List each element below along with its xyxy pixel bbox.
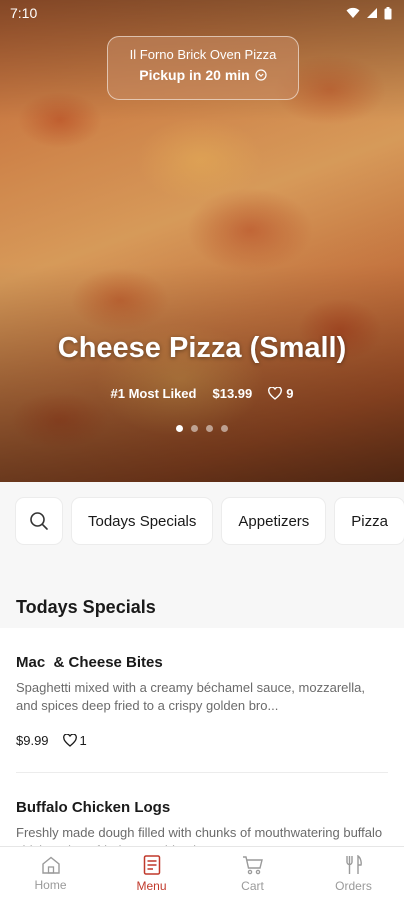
most-liked-badge: #1 Most Liked: [110, 386, 197, 401]
bottom-nav: Home Menu Cart Orders: [0, 846, 404, 900]
item-name: Mac & Cheese Bites: [16, 654, 163, 671]
hero-meta: #1 Most Liked $13.99 9: [0, 386, 404, 401]
status-bar: 7:10: [0, 0, 404, 26]
nav-item-menu[interactable]: Menu: [101, 847, 202, 900]
heart-icon: [62, 734, 77, 747]
category-chip-appetizers[interactable]: Appetizers: [222, 498, 326, 544]
search-icon: [30, 512, 48, 530]
carousel-dot[interactable]: [221, 425, 228, 432]
store-pickup-card[interactable]: Il Forno Brick Oven Pizza Pickup in 20 m…: [107, 36, 299, 100]
home-icon: [41, 856, 60, 874]
hero-price: $13.99: [212, 386, 253, 401]
nav-item-cart[interactable]: Cart: [202, 847, 303, 900]
item-description: Spaghetti mixed with a creamy béchamel s…: [16, 680, 365, 713]
hero-title: Cheese Pizza (Small): [57, 332, 347, 364]
carousel-dot[interactable]: [176, 425, 183, 432]
category-chip-pizza[interactable]: Pizza: [335, 498, 404, 544]
carousel-dot[interactable]: [206, 425, 213, 432]
search-button[interactable]: [16, 498, 62, 544]
item-name: Buffalo Chicken Logs: [16, 799, 171, 816]
item-likes-count: 1: [79, 733, 87, 748]
item-likes[interactable]: 1: [62, 733, 87, 748]
nav-item-home[interactable]: Home: [0, 847, 101, 900]
status-time: 7:10: [10, 5, 38, 21]
menu-item-list: Mac & Cheese Bites Spaghetti mixed with …: [0, 628, 404, 850]
menu-item[interactable]: Mac & Cheese Bites Spaghetti mixed with …: [0, 628, 404, 748]
pickup-label: Pickup in 20 min: [139, 67, 250, 83]
signal-icon: [367, 8, 377, 18]
nav-label-orders: Orders: [335, 878, 372, 893]
carousel-dot[interactable]: [191, 425, 198, 432]
category-chip-todays-specials[interactable]: Todays Specials: [72, 498, 213, 544]
item-meta: $9.99 1: [16, 733, 388, 748]
battery-icon: [384, 6, 392, 19]
hero-likes[interactable]: 9: [268, 386, 293, 401]
nav-label-menu: Menu: [136, 878, 167, 893]
store-name: Il Forno Brick Oven Pizza: [129, 47, 277, 62]
nav-item-orders[interactable]: Orders: [303, 847, 404, 900]
hero-likes-count: 9: [286, 386, 294, 401]
item-price: $9.99: [16, 733, 49, 748]
chevron-down-icon: [255, 69, 267, 81]
carousel-dots[interactable]: [0, 425, 404, 432]
cart-icon: [242, 855, 263, 874]
orders-icon: [345, 854, 362, 874]
nav-label-home: Home: [34, 877, 67, 892]
wifi-icon: [346, 7, 360, 18]
nav-label-cart: Cart: [241, 878, 264, 893]
pickup-time: Pickup in 20 min: [108, 67, 298, 83]
menu-item[interactable]: Buffalo Chicken Logs Freshly made dough …: [0, 773, 404, 850]
status-icons: [346, 6, 392, 20]
menu-icon: [143, 854, 160, 875]
category-tabs: Todays Specials Appetizers Pizza: [16, 498, 404, 544]
section-title: Todays Specials: [16, 597, 156, 617]
heart-icon: [268, 387, 283, 400]
